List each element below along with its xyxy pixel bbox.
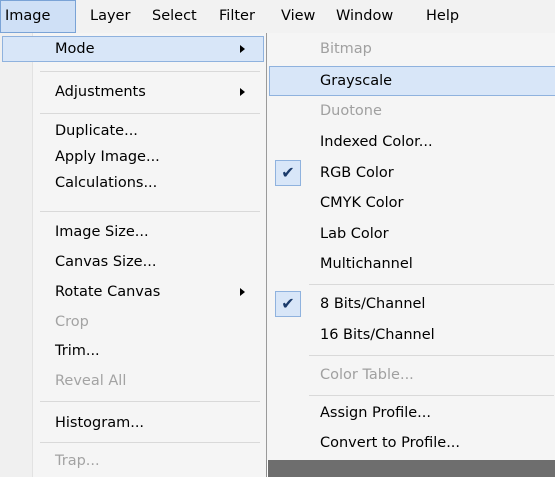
menu-item-16-bits-channel[interactable]: 16 Bits/Channel bbox=[320, 321, 435, 349]
menu-item-indexed-color[interactable]: Indexed Color... bbox=[320, 128, 433, 156]
image-dropdown-menu: Mode Adjustments Duplicate... Apply Imag… bbox=[0, 33, 267, 477]
separator bbox=[309, 395, 554, 396]
separator bbox=[40, 71, 260, 72]
mode-submenu: Bitmap Grayscale Duotone Indexed Color..… bbox=[266, 33, 555, 460]
menu-item-histogram[interactable]: Histogram... bbox=[55, 410, 144, 436]
separator bbox=[40, 442, 260, 443]
submenu-arrow-icon bbox=[240, 288, 245, 296]
check-icon: ✔ bbox=[275, 160, 301, 186]
menu-window[interactable]: Window bbox=[336, 0, 393, 33]
menu-filter[interactable]: Filter bbox=[219, 0, 255, 33]
menu-item-trap[interactable]: Trap... bbox=[55, 448, 100, 474]
menu-item-duotone[interactable]: Duotone bbox=[320, 97, 382, 125]
menu-item-grayscale[interactable]: Grayscale bbox=[320, 67, 392, 95]
menu-item-apply-image[interactable]: Apply Image... bbox=[55, 144, 160, 170]
menu-item-mode[interactable]: Mode bbox=[55, 36, 95, 62]
menu-item-calculations[interactable]: Calculations... bbox=[55, 170, 157, 196]
menu-item-adjustments[interactable]: Adjustments bbox=[55, 79, 146, 105]
menu-select[interactable]: Select bbox=[152, 0, 197, 33]
menu-item-cmyk-color[interactable]: CMYK Color bbox=[320, 189, 403, 217]
mode-highlight bbox=[2, 36, 264, 62]
separator bbox=[309, 355, 554, 356]
menu-bar: Image Layer Select Filter View Window He… bbox=[0, 0, 555, 33]
menu-view[interactable]: View bbox=[281, 0, 315, 33]
menu-image[interactable]: Image bbox=[0, 0, 76, 33]
menu-icon-gutter bbox=[0, 33, 33, 477]
menu-item-rgb-color[interactable]: RGB Color bbox=[320, 159, 394, 187]
separator bbox=[309, 284, 554, 285]
menu-item-canvas-size[interactable]: Canvas Size... bbox=[55, 249, 156, 275]
submenu-arrow-icon bbox=[240, 88, 245, 96]
menu-layer[interactable]: Layer bbox=[90, 0, 130, 33]
menu-item-convert-to-profile[interactable]: Convert to Profile... bbox=[320, 429, 460, 457]
menu-item-duplicate[interactable]: Duplicate... bbox=[55, 118, 138, 144]
submenu-arrow-icon bbox=[240, 45, 245, 53]
check-icon: ✔ bbox=[275, 291, 301, 317]
menu-item-lab-color[interactable]: Lab Color bbox=[320, 220, 389, 248]
menu-item-8-bits-channel[interactable]: 8 Bits/Channel bbox=[320, 290, 425, 318]
menu-item-rotate-canvas[interactable]: Rotate Canvas bbox=[55, 279, 160, 305]
menu-item-reveal-all[interactable]: Reveal All bbox=[55, 368, 126, 394]
canvas-background bbox=[268, 460, 555, 477]
menu-item-crop[interactable]: Crop bbox=[55, 309, 89, 335]
separator bbox=[40, 113, 260, 114]
menu-item-multichannel[interactable]: Multichannel bbox=[320, 250, 413, 278]
menu-item-assign-profile[interactable]: Assign Profile... bbox=[320, 399, 431, 427]
grayscale-highlight bbox=[269, 66, 555, 96]
separator bbox=[40, 401, 260, 402]
menu-item-image-size[interactable]: Image Size... bbox=[55, 219, 149, 245]
menu-item-trim[interactable]: Trim... bbox=[55, 338, 100, 364]
menu-item-color-table[interactable]: Color Table... bbox=[320, 361, 414, 389]
menu-item-bitmap[interactable]: Bitmap bbox=[320, 35, 372, 63]
separator bbox=[40, 211, 260, 212]
menu-help[interactable]: Help bbox=[426, 0, 459, 33]
